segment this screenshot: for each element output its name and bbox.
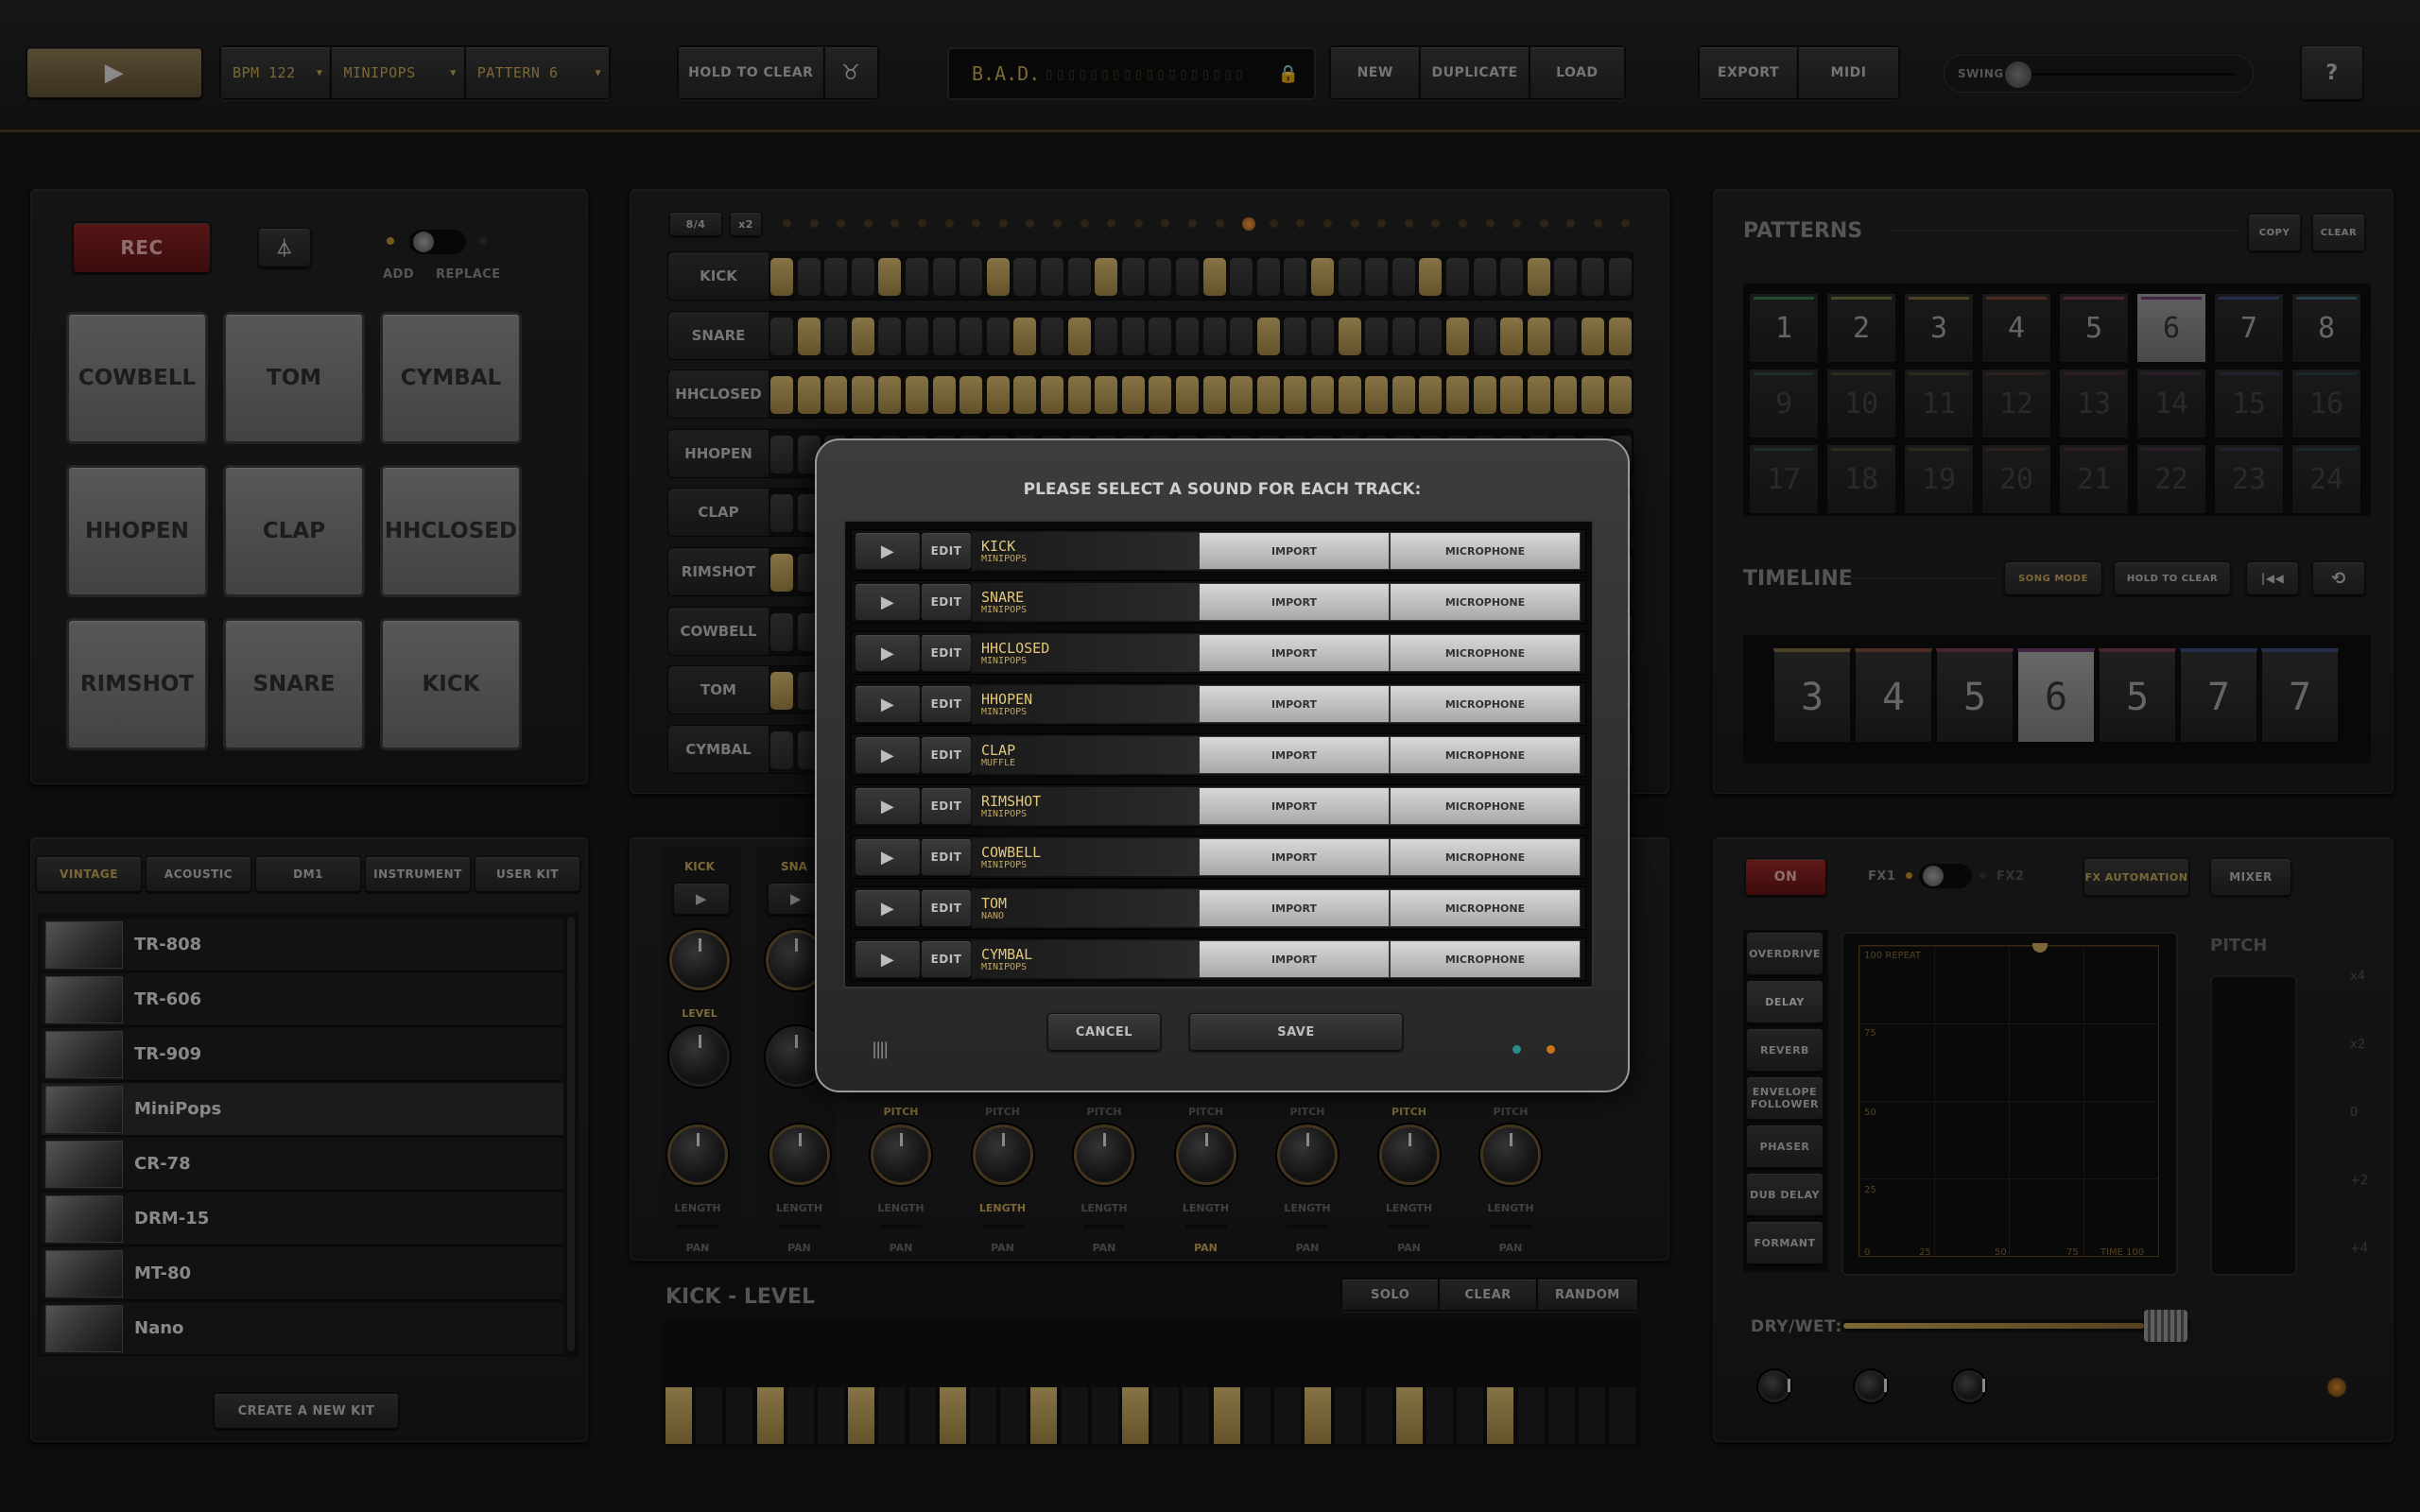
edit-sound-button[interactable]: EDIT — [921, 889, 972, 927]
sound-name-display[interactable]: SNARE MINIPOPS — [972, 583, 1199, 621]
import-button[interactable]: IMPORT — [1199, 583, 1390, 621]
cancel-button[interactable]: CANCEL — [1047, 1013, 1161, 1051]
kit-name: MUFFLE — [981, 757, 1016, 768]
sound-name-display[interactable]: CLAP MUFFLE — [972, 736, 1199, 774]
play-icon: ▶ — [880, 745, 895, 765]
sound-row: ▶ EDIT COWBELL MINIPOPS IMPORT MICROPHONE — [851, 835, 1586, 879]
kit-name: MINIPOPS — [981, 553, 1028, 564]
play-icon: ▶ — [880, 541, 895, 561]
import-button[interactable]: IMPORT — [1199, 889, 1390, 927]
track-name: SNARE — [981, 588, 1025, 606]
play-icon: ▶ — [880, 847, 895, 868]
play-icon: ▶ — [880, 694, 895, 714]
track-name: TOM — [981, 894, 1008, 912]
track-name: KICK — [981, 537, 1016, 555]
sound-name-display[interactable]: CYMBAL MINIPOPS — [972, 940, 1199, 978]
microphone-button[interactable]: MICROPHONE — [1390, 532, 1581, 570]
edit-sound-button[interactable]: EDIT — [921, 685, 972, 723]
kit-name: MINIPOPS — [981, 706, 1028, 717]
status-led-orange — [1547, 1045, 1555, 1054]
microphone-button[interactable]: MICROPHONE — [1390, 940, 1581, 978]
import-button[interactable]: IMPORT — [1199, 736, 1390, 774]
preview-play-button[interactable]: ▶ — [855, 838, 921, 876]
track-name: CYMBAL — [981, 945, 1033, 963]
preview-play-button[interactable]: ▶ — [855, 889, 921, 927]
play-icon: ▶ — [880, 949, 895, 970]
preview-play-button[interactable]: ▶ — [855, 787, 921, 825]
play-icon: ▶ — [880, 592, 895, 612]
track-name: HHCLOSED — [981, 639, 1050, 657]
edit-sound-button[interactable]: EDIT — [921, 634, 972, 672]
microphone-button[interactable]: MICROPHONE — [1390, 685, 1581, 723]
track-name: CLAP — [981, 741, 1016, 759]
import-button[interactable]: IMPORT — [1199, 685, 1390, 723]
sound-row: ▶ EDIT RIMSHOT MINIPOPS IMPORT MICROPHONE — [851, 784, 1586, 828]
sound-row: ▶ EDIT SNARE MINIPOPS IMPORT MICROPHONE — [851, 580, 1586, 624]
microphone-button[interactable]: MICROPHONE — [1390, 838, 1581, 876]
track-name: RIMSHOT — [981, 792, 1042, 810]
import-button[interactable]: IMPORT — [1199, 838, 1390, 876]
edit-sound-button[interactable]: EDIT — [921, 532, 972, 570]
sound-row: ▶ EDIT HHOPEN MINIPOPS IMPORT MICROPHONE — [851, 682, 1586, 726]
sound-select-dialog: PLEASE SELECT A SOUND FOR EACH TRACK: ▶ E… — [815, 438, 1630, 1092]
preview-play-button[interactable]: ▶ — [855, 940, 921, 978]
status-led-blue — [1512, 1045, 1521, 1054]
track-name: HHOPEN — [981, 690, 1033, 708]
import-button[interactable]: IMPORT — [1199, 787, 1390, 825]
sound-name-display[interactable]: HHCLOSED MINIPOPS — [972, 634, 1199, 672]
microphone-button[interactable]: MICROPHONE — [1390, 634, 1581, 672]
microphone-button[interactable]: MICROPHONE — [1390, 889, 1581, 927]
kit-name: MINIPOPS — [981, 859, 1028, 870]
kit-name: MINIPOPS — [981, 808, 1028, 819]
sound-name-display[interactable]: TOM NANO — [972, 889, 1199, 927]
sound-name-display[interactable]: RIMSHOT MINIPOPS — [972, 787, 1199, 825]
preview-play-button[interactable]: ▶ — [855, 532, 921, 570]
dialog-title: PLEASE SELECT A SOUND FOR EACH TRACK: — [1023, 480, 1422, 499]
sound-row: ▶ EDIT CLAP MUFFLE IMPORT MICROPHONE — [851, 733, 1586, 777]
microphone-button[interactable]: MICROPHONE — [1390, 583, 1581, 621]
play-icon: ▶ — [880, 643, 895, 663]
preview-play-button[interactable]: ▶ — [855, 685, 921, 723]
sound-row: ▶ EDIT TOM NANO IMPORT MICROPHONE — [851, 886, 1586, 930]
kit-name: MINIPOPS — [981, 604, 1028, 615]
kit-name: MINIPOPS — [981, 655, 1028, 666]
kit-name: NANO — [981, 910, 1005, 921]
preview-play-button[interactable]: ▶ — [855, 634, 921, 672]
edit-sound-button[interactable]: EDIT — [921, 583, 972, 621]
sound-row: ▶ EDIT CYMBAL MINIPOPS IMPORT MICROPHONE — [851, 937, 1586, 981]
edit-sound-button[interactable]: EDIT — [921, 787, 972, 825]
sound-name-display[interactable]: HHOPEN MINIPOPS — [972, 685, 1199, 723]
import-button[interactable]: IMPORT — [1199, 940, 1390, 978]
edit-sound-button[interactable]: EDIT — [921, 838, 972, 876]
edit-sound-button[interactable]: EDIT — [921, 736, 972, 774]
sound-name-display[interactable]: KICK MINIPOPS — [972, 532, 1199, 570]
preview-play-button[interactable]: ▶ — [855, 736, 921, 774]
import-button[interactable]: IMPORT — [1199, 634, 1390, 672]
save-button[interactable]: SAVE — [1189, 1013, 1403, 1051]
grip-icon: |||| — [872, 1040, 889, 1059]
microphone-button[interactable]: MICROPHONE — [1390, 787, 1581, 825]
sound-name-display[interactable]: COWBELL MINIPOPS — [972, 838, 1199, 876]
import-button[interactable]: IMPORT — [1199, 532, 1390, 570]
play-icon: ▶ — [880, 796, 895, 816]
play-icon: ▶ — [880, 898, 895, 919]
sound-row: ▶ EDIT KICK MINIPOPS IMPORT MICROPHONE — [851, 529, 1586, 573]
preview-play-button[interactable]: ▶ — [855, 583, 921, 621]
sound-row: ▶ EDIT HHCLOSED MINIPOPS IMPORT MICROPHONE — [851, 631, 1586, 675]
kit-name: MINIPOPS — [981, 961, 1028, 972]
microphone-button[interactable]: MICROPHONE — [1390, 736, 1581, 774]
edit-sound-button[interactable]: EDIT — [921, 940, 972, 978]
track-name: COWBELL — [981, 843, 1042, 861]
